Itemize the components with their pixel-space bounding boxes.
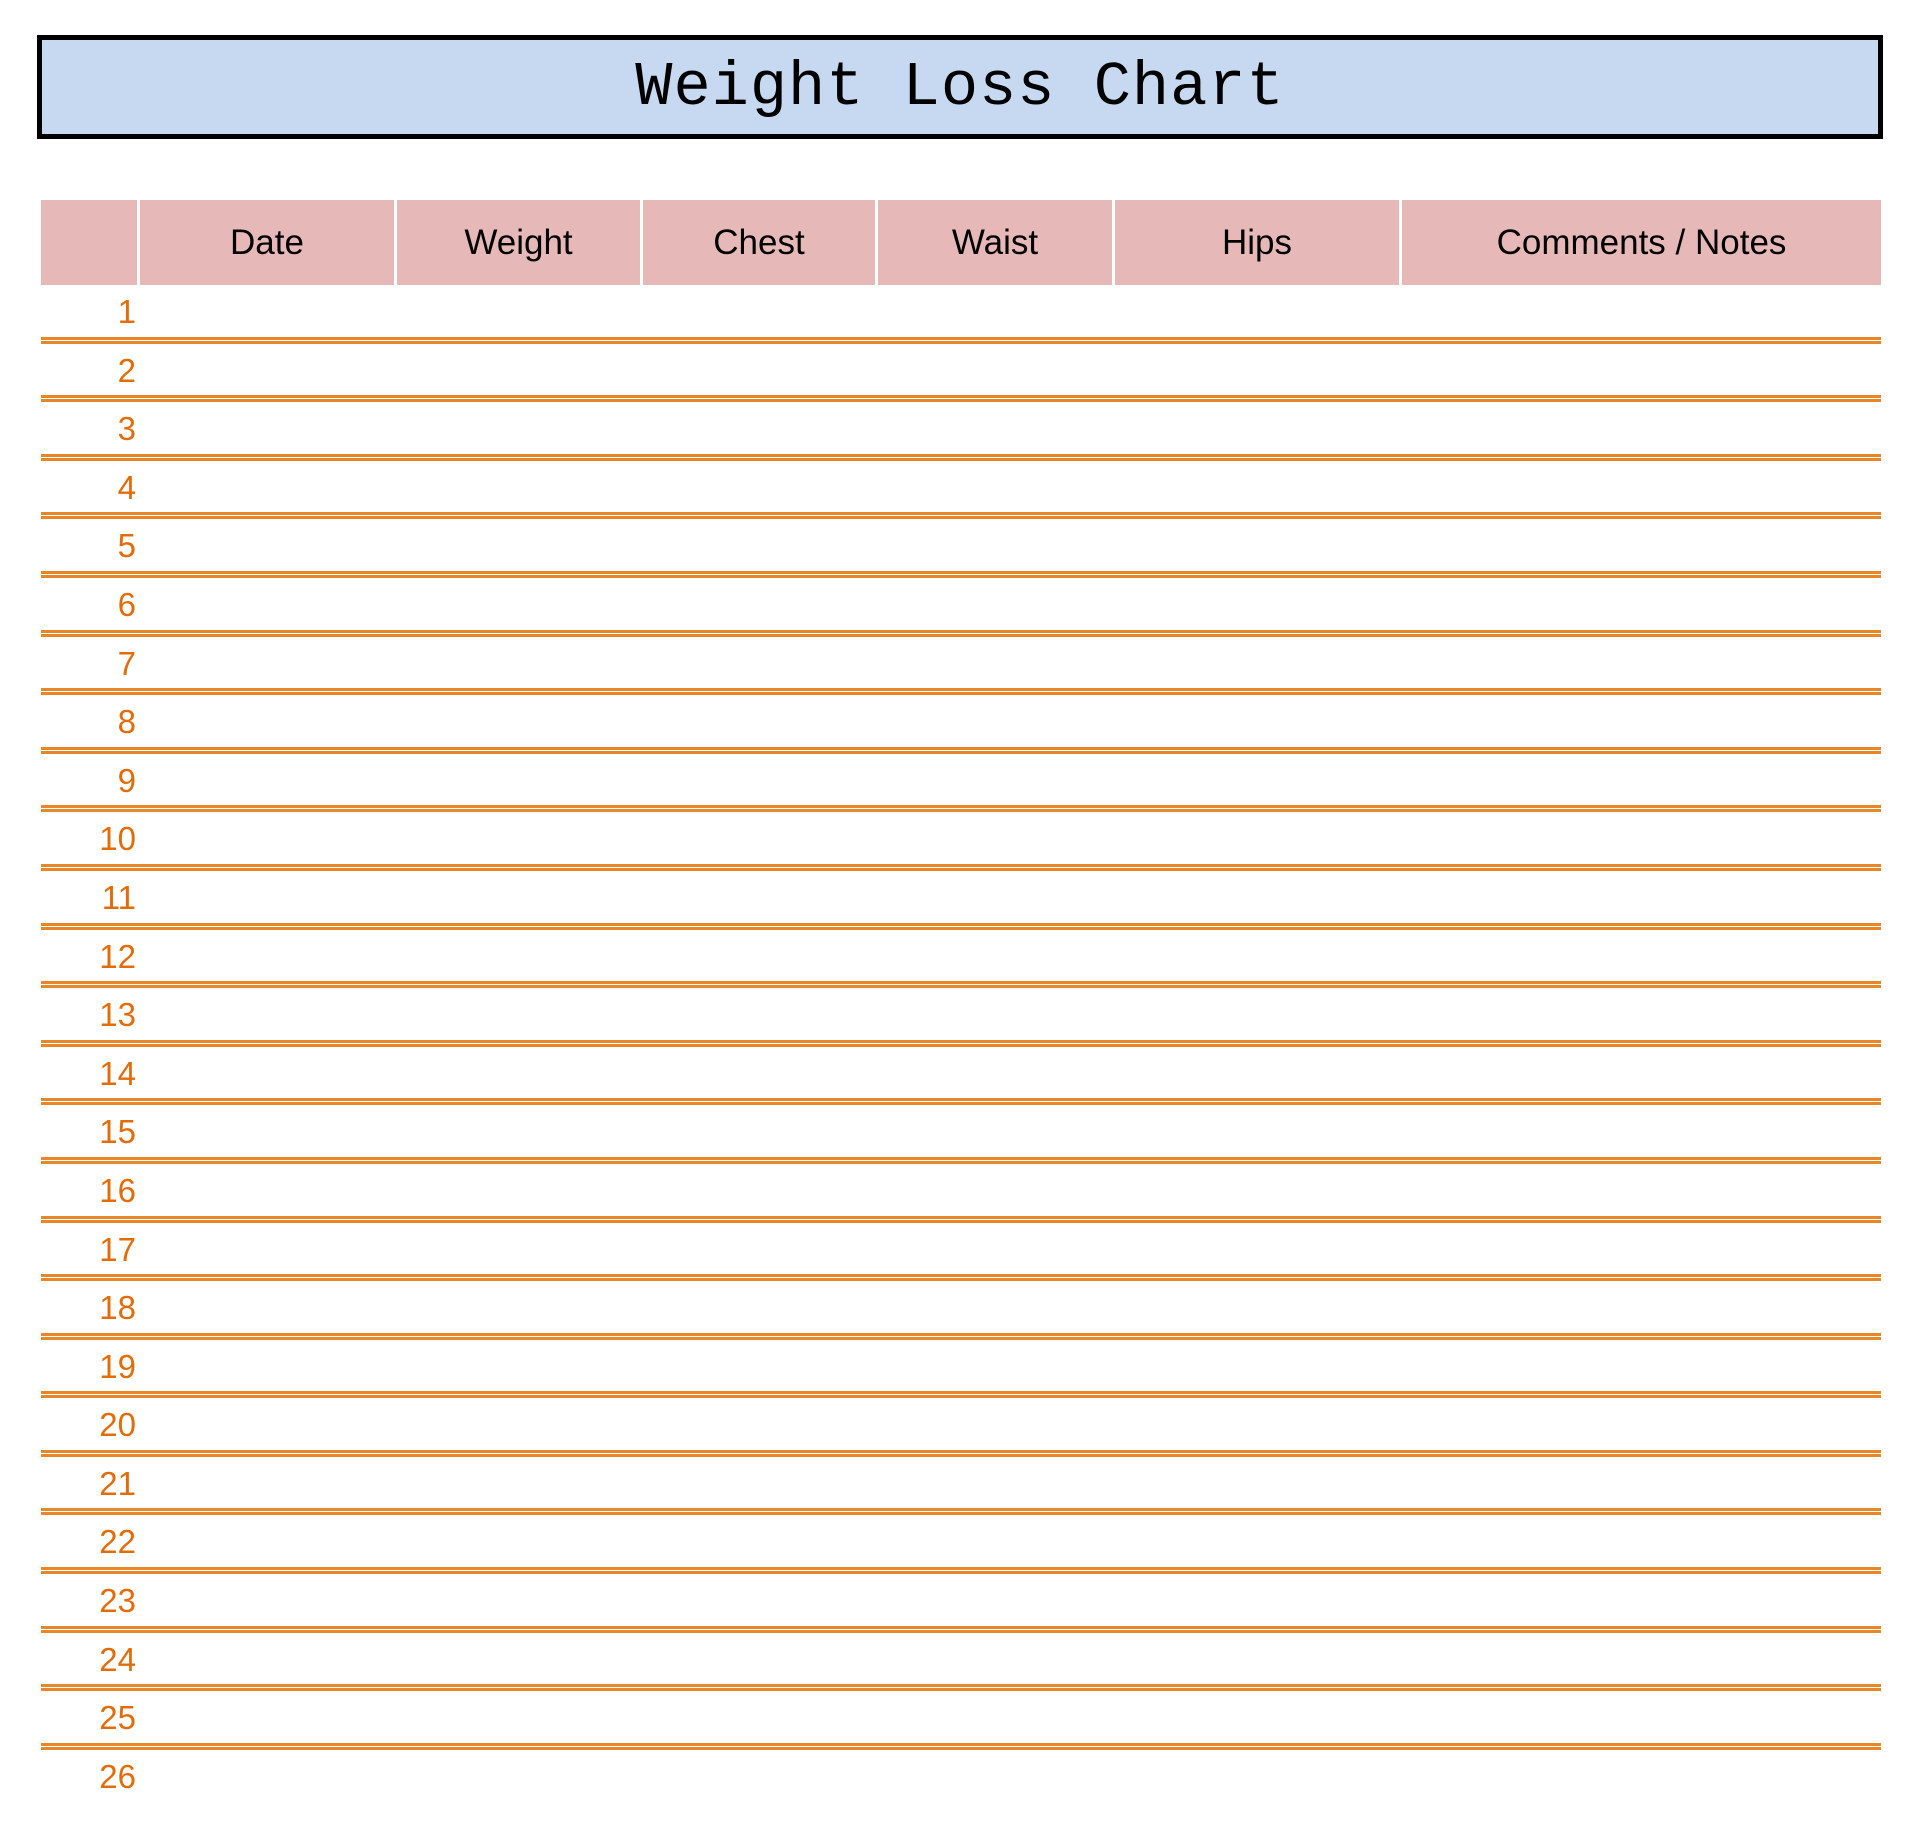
header-cell-chest: Chest [643,200,878,285]
table-row[interactable]: 13 [41,988,1881,1047]
row-divider [41,922,1881,930]
row-divider [41,1156,1881,1164]
table-row[interactable]: 9 [41,754,1881,813]
row-number: 7 [117,644,136,682]
row-number: 16 [99,1171,136,1209]
row-divider [41,1742,1881,1750]
row-number: 20 [99,1406,136,1444]
table-header: Date Weight Chest Waist Hips Comments / … [41,200,1881,285]
row-divider [41,453,1881,461]
table-row[interactable]: 2 [41,344,1881,403]
row-number: 19 [99,1347,136,1385]
row-number: 21 [99,1464,136,1502]
table-row[interactable]: 24 [41,1633,1881,1692]
row-divider [41,336,1881,344]
row-divider [41,805,1881,813]
table-body: 1 2 3 4 5 6 7 8 9 10 11 12 13 14 15 16 17 18 19 20 21 22 23 24 2… [41,285,1881,1808]
row-divider [41,863,1881,871]
row-divider [41,1684,1881,1692]
row-number: 6 [117,585,136,623]
row-divider [41,1039,1881,1047]
row-number: 23 [99,1582,136,1620]
row-divider [41,1274,1881,1282]
table-row[interactable]: 19 [41,1340,1881,1399]
table-row[interactable]: 14 [41,1047,1881,1106]
row-number: 22 [99,1523,136,1561]
row-divider [41,570,1881,578]
table-row[interactable]: 8 [41,695,1881,754]
header-cell-number [41,200,140,285]
row-divider [41,1625,1881,1633]
table-row[interactable]: 3 [41,402,1881,461]
table-row[interactable]: 1 [41,285,1881,344]
title-banner: Weight Loss Chart [37,35,1883,139]
row-number: 17 [99,1230,136,1268]
row-divider [41,1508,1881,1516]
row-number: 24 [99,1640,136,1678]
table-row[interactable]: 22 [41,1515,1881,1575]
table-row[interactable]: 21 [41,1457,1881,1516]
table-row[interactable]: 15 [41,1105,1881,1164]
table-row[interactable]: 7 [41,637,1881,696]
row-number: 25 [99,1699,136,1737]
row-divider [41,629,1881,637]
row-divider [41,395,1881,403]
row-divider [41,1332,1881,1340]
table-row[interactable]: 12 [41,930,1881,989]
row-number: 11 [101,878,136,916]
row-divider [41,512,1881,520]
row-number: 26 [99,1757,136,1795]
table-row[interactable]: 4 [41,461,1881,520]
table-row[interactable]: 17 [41,1223,1881,1282]
row-divider [41,1391,1881,1399]
header-cell-date: Date [140,200,397,285]
header-cell-comments: Comments / Notes [1402,200,1881,285]
row-number: 12 [99,937,136,975]
row-divider [41,1098,1881,1106]
row-number: 5 [117,527,136,565]
row-divider [41,981,1881,989]
row-number: 4 [117,468,136,506]
row-number: 1 [117,293,136,330]
table-row[interactable]: 11 [41,871,1881,930]
row-number: 8 [117,703,136,741]
row-number: 15 [99,1113,136,1151]
table-row[interactable]: 10 [41,812,1881,871]
table-row[interactable]: 5 [41,519,1881,578]
table-row[interactable]: 25 [41,1691,1881,1750]
table-row[interactable]: 18 [41,1281,1881,1340]
page-title: Weight Loss Chart [635,51,1285,123]
row-divider [41,1449,1881,1457]
row-number: 3 [117,410,136,448]
row-divider [41,1215,1881,1223]
row-number: 14 [99,1054,136,1092]
row-divider [41,746,1881,754]
row-number: 13 [99,996,136,1034]
header-cell-hips: Hips [1115,200,1402,285]
row-divider [41,1567,1881,1575]
table-row[interactable]: 16 [41,1164,1881,1223]
table-row[interactable]: 23 [41,1574,1881,1633]
table-row[interactable]: 26 [41,1750,1881,1809]
row-number: 18 [99,1289,136,1327]
table-row[interactable]: 6 [41,578,1881,637]
row-number: 2 [117,351,136,389]
header-cell-waist: Waist [878,200,1115,285]
row-number: 10 [99,820,136,858]
row-divider [41,688,1881,696]
row-number: 9 [117,761,136,799]
table-row[interactable]: 20 [41,1398,1881,1457]
header-cell-weight: Weight [397,200,643,285]
